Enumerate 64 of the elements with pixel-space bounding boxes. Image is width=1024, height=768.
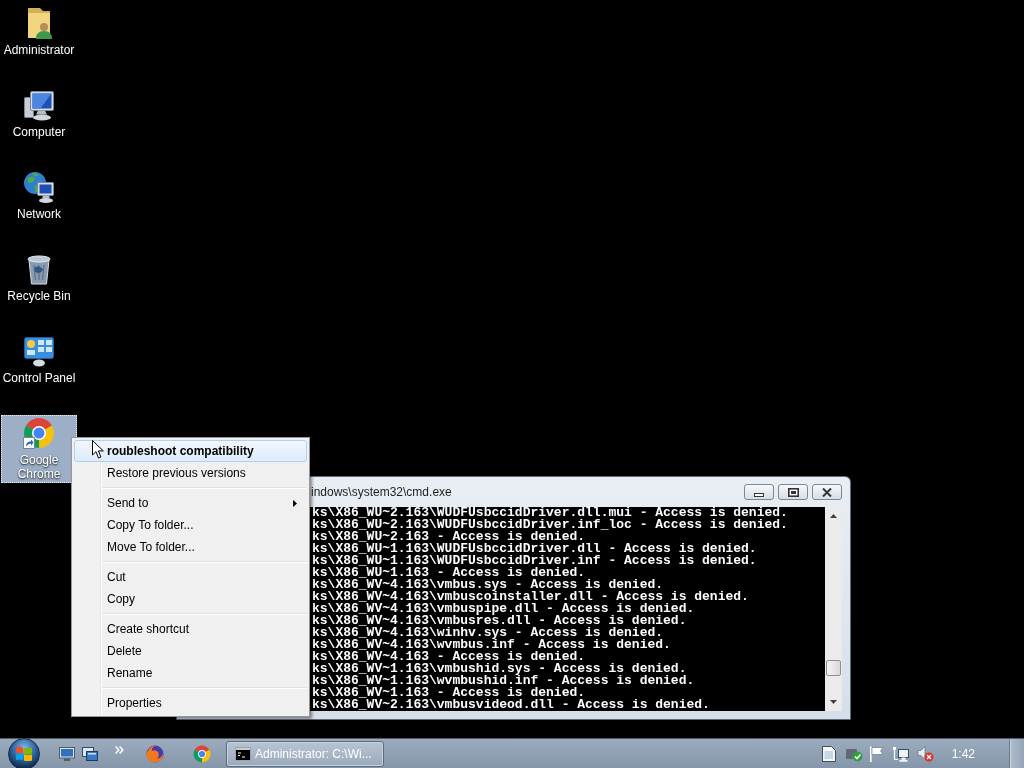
computer-icon xyxy=(22,89,56,121)
chrome-logo-icon[interactable] xyxy=(193,744,211,763)
page-icon[interactable] xyxy=(821,745,836,762)
menu-item[interactable]: Restore previous versions xyxy=(74,462,307,484)
console-line: ks\X86_WU~1.163\WUDFUsbccidDriver.inf - Access is denied. xyxy=(312,555,757,567)
desktop-item[interactable]: Administrator xyxy=(1,5,77,73)
windows-flag-icon xyxy=(15,746,33,761)
network-globe-icon xyxy=(22,171,56,203)
menu-item[interactable]: Create shortcut xyxy=(74,618,307,640)
control-panel-icon xyxy=(22,335,56,367)
scrollbar-thumb[interactable] xyxy=(826,660,841,676)
submenu-arrow-icon xyxy=(293,499,297,507)
maximize-icon xyxy=(787,487,799,497)
maximize-button[interactable] xyxy=(778,484,808,500)
console-line: ks\X86_WV~2.163\vmbusvideod.dll - Access is denied. xyxy=(312,699,710,711)
menu-item[interactable]: Copy To folder... xyxy=(74,514,307,536)
console-icon xyxy=(235,746,251,761)
menu-item[interactable]: Copy xyxy=(74,588,307,610)
window-title: indows\system32\cmd.exe xyxy=(311,485,452,499)
console-line: ks\X86_WV~4.163\vmbuspipe.dll - Access is denied. xyxy=(312,603,695,615)
menu-item[interactable]: Move To folder... xyxy=(74,536,307,558)
menu-item[interactable]: roubleshoot compatibility xyxy=(74,440,307,462)
switch-windows-icon[interactable] xyxy=(82,746,98,761)
console-line: ks\X86_WU~2.163 - Access is denied. xyxy=(312,531,586,543)
close-button[interactable] xyxy=(812,484,842,500)
shortcut-arrow-icon xyxy=(23,437,35,449)
show-desktop-button[interactable] xyxy=(1009,739,1024,768)
console-line: ks\X86_WU~1.163 - Access is denied. xyxy=(312,567,586,579)
console-line: ks\X86_WV~1.163 - Access is denied. xyxy=(312,687,586,699)
menu-item[interactable]: Delete xyxy=(74,640,307,662)
console-line: ks\X86_WU~2.163\WUDFUsbccidDriver.dll.mui - Access is denied. xyxy=(312,507,788,519)
console-line: ks\X86_WV~1.163\wvmbushid.inf - Access is denied. xyxy=(312,675,695,687)
desktop-item[interactable]: Computer xyxy=(1,87,77,155)
device-check-icon[interactable] xyxy=(844,745,863,762)
console-line: ks\X86_WU~2.163\WUDFUsbccidDriver.inf_loc - Access is denied. xyxy=(312,519,788,531)
chevron-icon[interactable] xyxy=(115,745,124,754)
desktop-icon[interactable] xyxy=(59,746,75,761)
desktop-item[interactable]: Control Panel xyxy=(1,333,77,401)
minimize-icon xyxy=(754,492,764,497)
console-line: ks\X86_WU~1.163\WUDFUsbccidDriver.dll - Access is denied. xyxy=(312,543,757,555)
up-arrow-icon[interactable] xyxy=(830,514,837,518)
desktop-item[interactable]: Recycle Bin xyxy=(1,251,77,319)
start-button[interactable] xyxy=(8,737,40,768)
menu-item[interactable]: Rename xyxy=(74,662,307,684)
console-line: ks\X86_WV~4.163 - Access is denied. xyxy=(312,651,586,663)
console-line: ks\X86_WV~1.163\vmbushid.sys - Access is denied. xyxy=(312,663,687,675)
down-arrow-icon[interactable] xyxy=(830,700,837,704)
console-line: ks\X86_WV~4.163\vmbus.sys - Access is denied. xyxy=(312,579,664,591)
desktop-item[interactable]: Network xyxy=(1,169,77,237)
scrollbar[interactable] xyxy=(825,507,842,711)
fox-globe-icon[interactable] xyxy=(146,744,164,763)
speaker-muted-icon[interactable] xyxy=(916,745,934,762)
network-monitor-icon[interactable] xyxy=(891,745,909,762)
console-line: ks\X86_WV~4.163\winhv.sys - Access is denied. xyxy=(312,627,664,639)
menu-item[interactable]: Properties xyxy=(74,692,307,714)
console-line: ks\X86_WV~4.163\wvmbus.inf - Access is denied. xyxy=(312,639,671,651)
menu-item[interactable]: Send to xyxy=(74,492,307,514)
minimize-button[interactable] xyxy=(744,484,774,500)
flag-icon[interactable] xyxy=(868,745,885,762)
console-line: ks\X86_WV~4.163\vmbusres.dll - Access is denied. xyxy=(312,615,687,627)
close-icon xyxy=(822,487,832,497)
menu-item[interactable]: Cut xyxy=(74,566,307,588)
console-line: ks\X86_WV~4.163\vmbuscoinstaller.dll - Access is denied. xyxy=(312,591,749,603)
cursor-icon xyxy=(92,440,104,459)
